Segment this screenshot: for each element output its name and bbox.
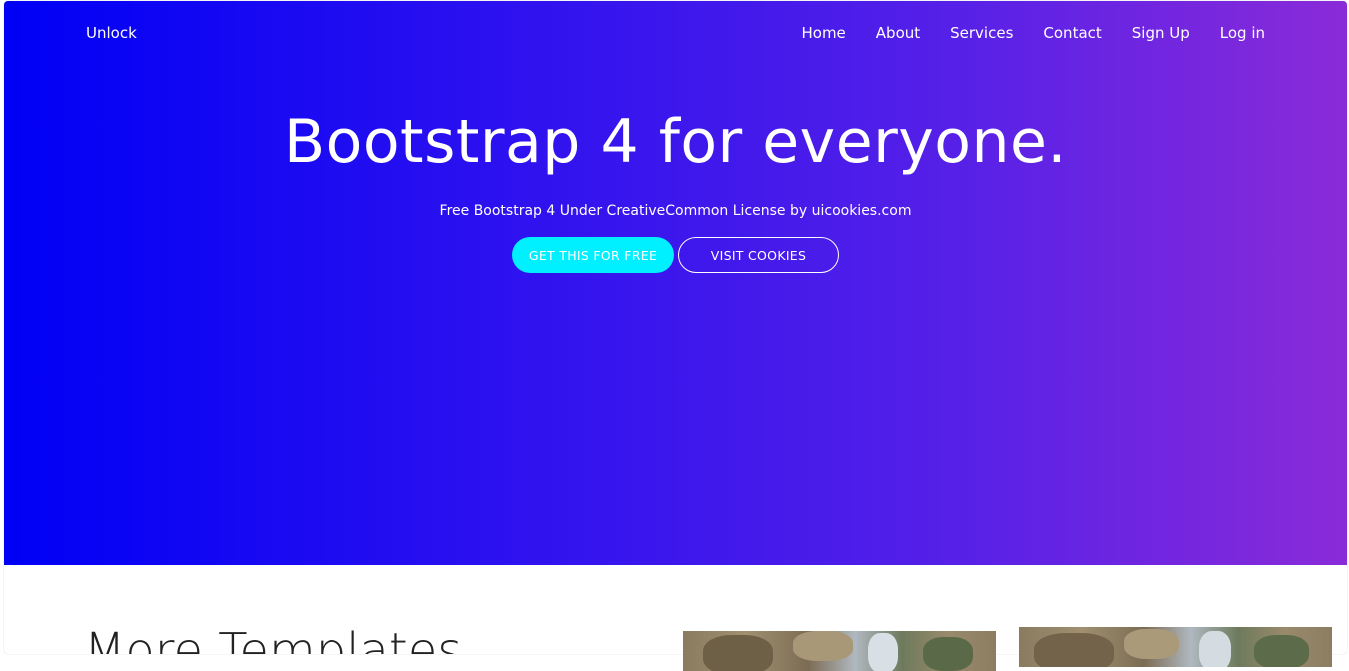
browser-viewport: Unlock Home About Services Contact Sign …	[4, 1, 1347, 654]
get-this-for-free-button[interactable]: GET THIS FOR FREE	[512, 237, 674, 273]
hero-subtitle: Free Bootstrap 4 Under CreativeCommon Li…	[439, 203, 912, 219]
main-nav: Home About Services Contact Sign Up Log …	[801, 24, 1265, 42]
brand-link[interactable]: Unlock	[86, 24, 137, 42]
nav-contact[interactable]: Contact	[1043, 24, 1101, 42]
thumbnail-foliage-shape	[1254, 635, 1309, 667]
thumbnail-waterfall-shape	[1199, 631, 1231, 667]
hero-section: Unlock Home About Services Contact Sign …	[4, 1, 1347, 565]
visit-cookies-button[interactable]: VISIT COOKIES	[678, 237, 839, 273]
nav-about[interactable]: About	[876, 24, 920, 42]
thumbnail-foliage-shape	[923, 637, 973, 671]
nav-home[interactable]: Home	[801, 24, 845, 42]
template-thumbnail[interactable]	[683, 631, 996, 671]
thumbnail-rock-shape	[1124, 629, 1179, 659]
thumbnail-rock-shape	[703, 635, 773, 671]
thumbnail-waterfall-shape	[868, 633, 898, 671]
hero-title: Bootstrap 4 for everyone.	[283, 107, 1068, 177]
hero-button-group: GET THIS FOR FREE VISIT COOKIES	[512, 237, 839, 273]
nav-services[interactable]: Services	[950, 24, 1013, 42]
nav-log-in[interactable]: Log in	[1220, 24, 1265, 42]
template-thumbnail[interactable]	[1019, 627, 1332, 667]
thumbnail-rock-shape	[1034, 633, 1114, 667]
more-templates-heading: More Templates	[84, 623, 463, 654]
nav-sign-up[interactable]: Sign Up	[1132, 24, 1190, 42]
